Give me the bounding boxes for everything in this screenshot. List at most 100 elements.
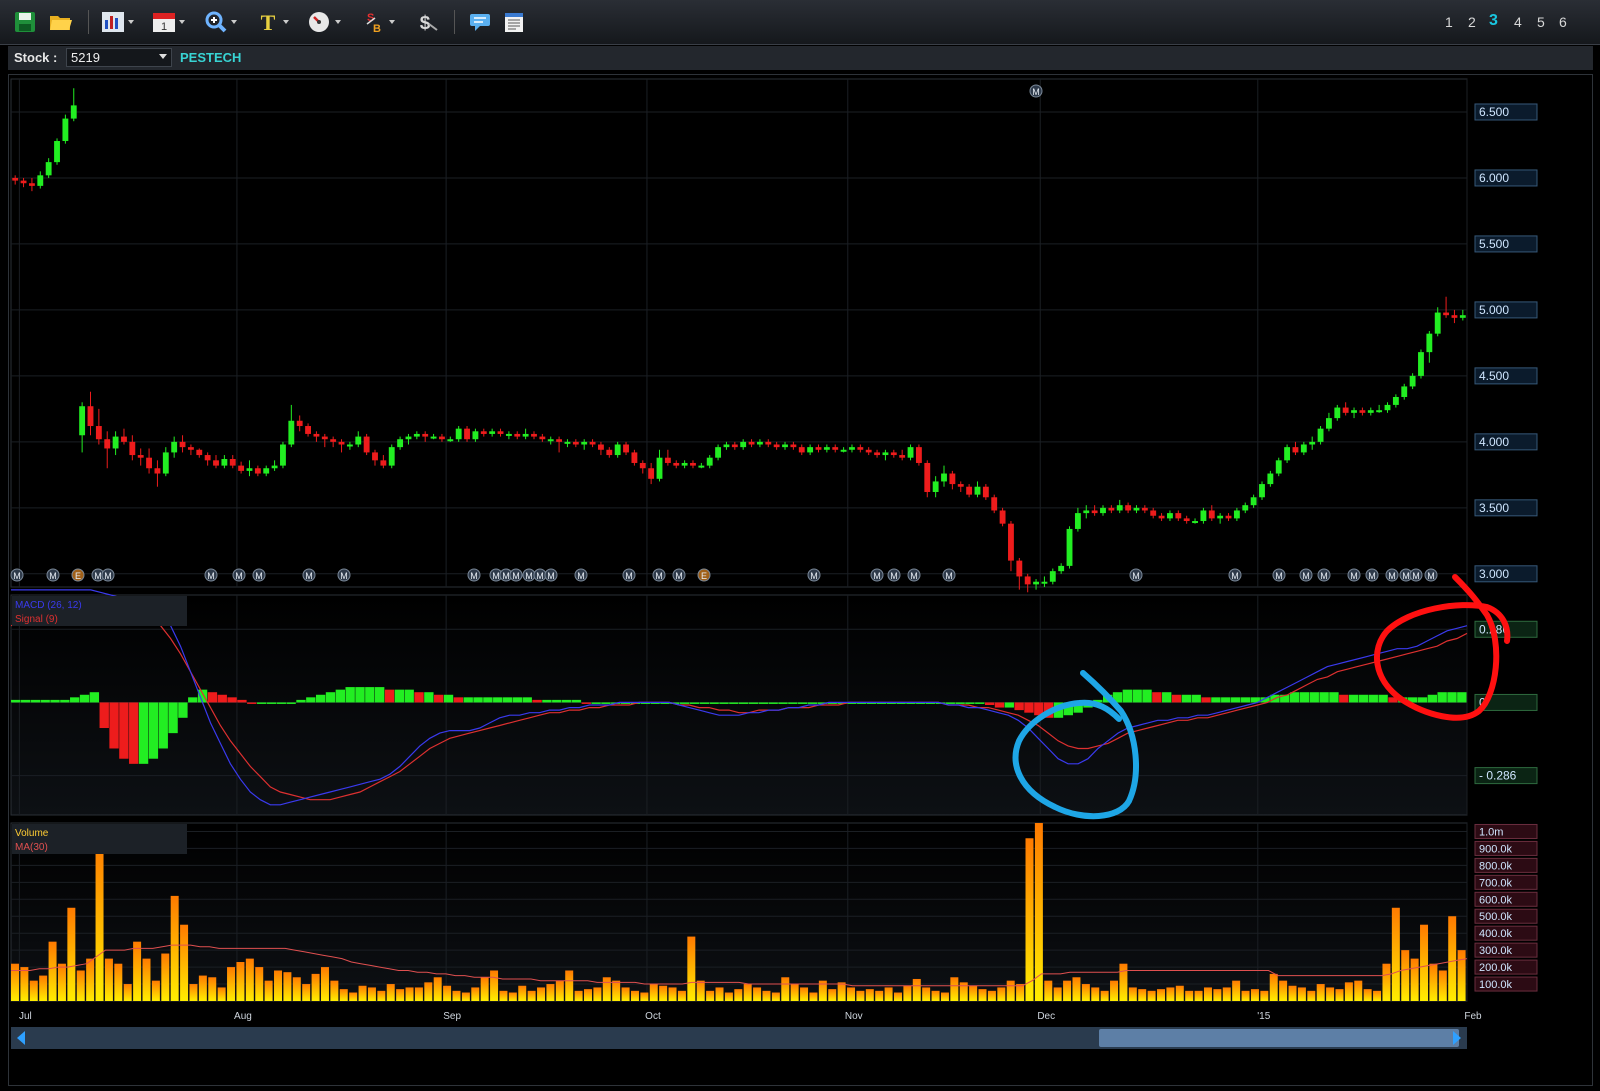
candle-body bbox=[765, 441, 772, 445]
macd-histogram-bar bbox=[679, 702, 690, 704]
volume-bar bbox=[405, 987, 414, 1001]
candle-body bbox=[690, 462, 696, 466]
macd-histogram-bar bbox=[414, 692, 424, 703]
macd-histogram-bar bbox=[798, 702, 808, 704]
chart-type-icon[interactable] bbox=[100, 9, 136, 35]
candle-body bbox=[355, 436, 362, 445]
candle-body bbox=[405, 436, 412, 440]
candle-body bbox=[1116, 505, 1123, 511]
candle-body bbox=[296, 420, 303, 427]
candle-body bbox=[346, 444, 353, 447]
volume-tick-label: 400.0k bbox=[1479, 928, 1513, 940]
candle-body bbox=[589, 441, 596, 445]
news-icon[interactable] bbox=[500, 9, 528, 35]
page-tab-4[interactable]: 4 bbox=[1514, 14, 1522, 30]
volume-bar bbox=[969, 985, 978, 1001]
macd-histogram-bar bbox=[1230, 697, 1241, 703]
page-tab-6[interactable]: 6 bbox=[1559, 14, 1567, 30]
stock-code-dropdown[interactable]: 5219 bbox=[66, 48, 172, 67]
volume-bar bbox=[931, 990, 940, 1001]
candle-body bbox=[1267, 473, 1274, 485]
chevron-down-icon[interactable] bbox=[159, 54, 167, 59]
candle-body bbox=[447, 439, 454, 442]
volume-bar bbox=[1363, 989, 1372, 1001]
volume-bar bbox=[217, 987, 226, 1001]
volume-bar bbox=[114, 963, 123, 1001]
page-tab-3[interactable]: 3 bbox=[1489, 12, 1498, 30]
message-icon[interactable] bbox=[466, 9, 494, 35]
volume-bar bbox=[555, 980, 564, 1001]
volume-bar bbox=[76, 970, 85, 1001]
candle-body bbox=[497, 431, 504, 434]
macd-histogram-bar bbox=[365, 687, 375, 703]
buy-sell-icon[interactable]: SB bbox=[360, 9, 398, 35]
macd-histogram-bar bbox=[1191, 694, 1201, 703]
candle-body bbox=[966, 486, 973, 495]
chart-canvas[interactable]: Jul Aug Sep Oct Nov Dec '15 Feb 6.500 6.000 5.500 5… bbox=[9, 75, 1594, 1087]
volume-legend-label: Volume bbox=[15, 828, 49, 839]
text-tool-icon[interactable]: T bbox=[256, 9, 292, 35]
macd-histogram-bar bbox=[237, 699, 247, 703]
volume-bar bbox=[123, 984, 132, 1001]
event-marker-label: M bbox=[625, 571, 633, 581]
volume-bar bbox=[593, 987, 602, 1001]
macd-histogram-bar bbox=[561, 699, 572, 703]
calendar-icon[interactable]: 1 bbox=[150, 9, 188, 35]
stock-code-value: 5219 bbox=[71, 50, 100, 65]
open-folder-icon[interactable] bbox=[47, 9, 75, 35]
volume-bar bbox=[724, 992, 733, 1001]
candle-body bbox=[1041, 581, 1048, 584]
volume-bar bbox=[236, 962, 245, 1001]
volume-bar bbox=[959, 982, 968, 1001]
candle-body bbox=[95, 426, 102, 440]
candle-body bbox=[388, 447, 395, 466]
macd-histogram-bar bbox=[99, 702, 109, 729]
candle-body bbox=[430, 436, 437, 439]
volume-bar bbox=[715, 987, 724, 1001]
macd-histogram-bar bbox=[1004, 702, 1014, 708]
candle-body bbox=[1384, 404, 1391, 411]
candle-body bbox=[932, 481, 939, 492]
event-marker-label: M bbox=[104, 571, 112, 581]
stock-label: Stock : bbox=[14, 50, 58, 65]
volume-bar bbox=[208, 977, 217, 1001]
candle-body bbox=[865, 449, 872, 453]
indicator-dial-icon[interactable] bbox=[306, 9, 344, 35]
page-tab-5[interactable]: 5 bbox=[1537, 14, 1545, 30]
macd-legend-label: MACD (26, 12) bbox=[15, 600, 82, 611]
macd-histogram-bar bbox=[70, 697, 80, 703]
volume-bar bbox=[1110, 980, 1119, 1001]
macd-histogram-bar bbox=[1211, 697, 1221, 703]
volume-bar bbox=[67, 907, 76, 1001]
candle-body bbox=[715, 447, 722, 458]
dollar-icon[interactable]: $ bbox=[414, 9, 442, 35]
candle-body bbox=[271, 465, 278, 469]
event-marker-label: M bbox=[340, 571, 348, 581]
macd-histogram-bar bbox=[443, 694, 454, 703]
price-tick-label: 6.500 bbox=[1479, 105, 1509, 119]
volume-bar bbox=[302, 984, 311, 1001]
volume-bar bbox=[734, 989, 743, 1001]
macd-histogram-bar bbox=[109, 702, 119, 749]
candle-body bbox=[740, 441, 747, 448]
macd-histogram-bar bbox=[40, 699, 50, 703]
event-marker-label: M bbox=[910, 571, 918, 581]
volume-bar bbox=[1429, 963, 1438, 1001]
volume-bar bbox=[574, 990, 583, 1001]
candle-body bbox=[782, 444, 788, 448]
volume-bar bbox=[649, 984, 658, 1001]
page-tab-2[interactable]: 2 bbox=[1468, 14, 1476, 30]
volume-bar bbox=[1457, 950, 1466, 1001]
macd-histogram-bar bbox=[994, 702, 1005, 708]
candle-body bbox=[12, 177, 19, 181]
zoom-icon[interactable] bbox=[202, 9, 240, 35]
volume-bar bbox=[499, 990, 508, 1001]
macd-histogram-bar bbox=[217, 694, 227, 703]
candle-body bbox=[731, 444, 738, 448]
volume-bar bbox=[86, 958, 95, 1001]
page-tab-1[interactable]: 1 bbox=[1445, 14, 1453, 30]
event-marker-label: M bbox=[1320, 571, 1328, 581]
volume-bar bbox=[170, 895, 179, 1001]
save-icon[interactable] bbox=[12, 9, 38, 35]
svg-text:T: T bbox=[261, 10, 276, 34]
